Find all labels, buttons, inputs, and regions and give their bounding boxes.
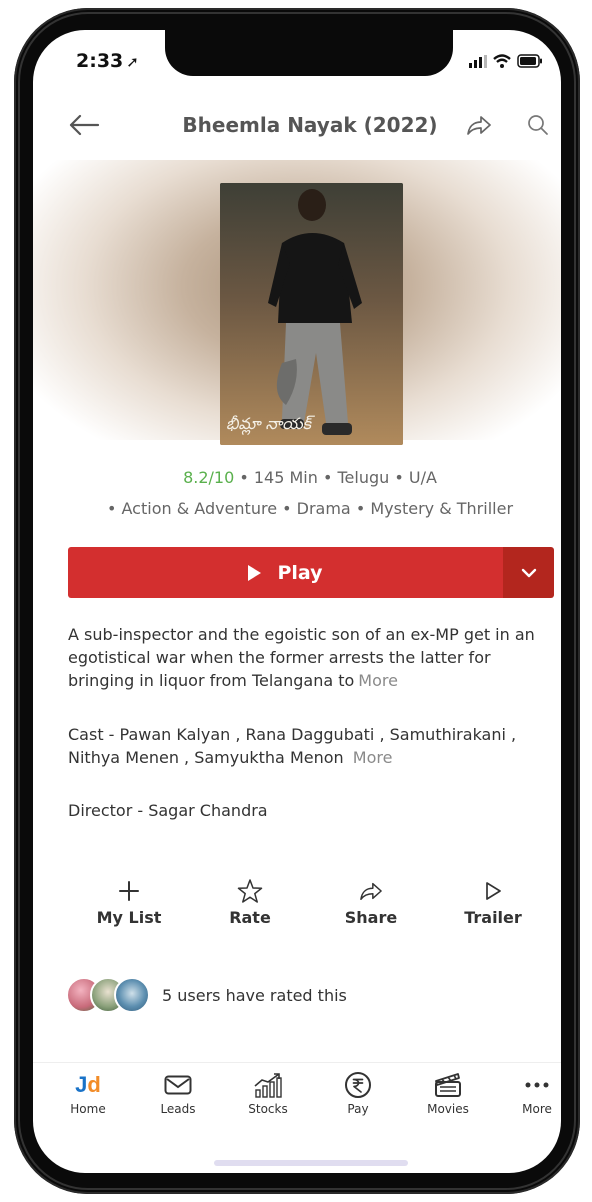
genre: Drama	[296, 499, 351, 518]
poster-figure: భీమ్లా నాయక్	[220, 183, 403, 445]
share-button[interactable]: Share	[321, 876, 421, 927]
rupee-icon	[345, 1072, 371, 1098]
more-dots-icon	[525, 1082, 549, 1088]
plus-icon	[119, 881, 139, 901]
raters-row[interactable]: 5 users have rated this	[66, 977, 347, 1013]
share-label: Share	[344, 908, 398, 927]
cast-list: Cast - Pawan Kalyan , Rana Daggubati , S…	[68, 725, 517, 767]
nav-more[interactable]: More	[502, 1070, 572, 1116]
play-button[interactable]: Play	[68, 547, 503, 598]
wifi-icon	[493, 54, 511, 68]
duration: 145 Min	[253, 468, 318, 487]
cast-more-link[interactable]: More	[353, 748, 393, 767]
movie-description: A sub-inspector and the egoistic son of …	[68, 625, 535, 690]
my-list-label: My List	[96, 908, 162, 927]
nav-movies[interactable]: Movies	[413, 1070, 483, 1116]
director: Director - Sagar Chandra	[68, 801, 268, 820]
poster-title-text: భీమ్లా నాయక్	[226, 414, 316, 435]
home-indicator[interactable]	[214, 1160, 408, 1166]
location-arrow-icon: ➚	[126, 53, 139, 71]
status-time: 2:33 ➚	[76, 50, 139, 72]
play-icon	[248, 564, 262, 581]
ratings-count: 5 users have rated this	[162, 985, 347, 1005]
trailer-label: Trailer	[464, 908, 522, 927]
star-icon	[237, 879, 263, 903]
language: Telugu	[337, 468, 390, 487]
certificate: U/A	[408, 468, 437, 487]
nav-stocks[interactable]: Stocks	[233, 1070, 303, 1116]
jd-logo-icon: Jd	[75, 1072, 101, 1097]
trailer-button[interactable]: Trailer	[443, 876, 543, 927]
share-icon[interactable]	[466, 112, 492, 138]
description-more-link[interactable]: More	[358, 671, 398, 690]
rate-label: Rate	[229, 908, 271, 927]
movie-poster: భీమ్లా నాయక్	[220, 183, 403, 445]
nav-leads[interactable]: Leads	[143, 1070, 213, 1116]
battery-icon	[517, 54, 542, 68]
movie-meta-primary: 8.2/10 • 145 Min • Telugu • U/A	[183, 468, 437, 487]
notch	[165, 30, 453, 76]
nav-home[interactable]: Jd Home	[53, 1070, 123, 1116]
genre-list: • Action & Adventure • Drama • Mystery &…	[106, 499, 514, 518]
play-options-dropdown[interactable]	[503, 547, 554, 598]
signal-icon	[469, 54, 487, 68]
rate-button[interactable]: Rate	[200, 876, 300, 927]
status-icons	[469, 54, 543, 68]
clapperboard-icon	[435, 1073, 461, 1097]
search-icon[interactable]	[527, 114, 549, 136]
play-outline-icon	[486, 882, 501, 900]
genre: Mystery & Thriller	[370, 499, 514, 518]
chevron-down-icon	[521, 568, 536, 577]
genre: Action & Adventure	[121, 499, 278, 518]
nav-pay[interactable]: Pay	[323, 1070, 393, 1116]
rating-value: 8.2/10	[183, 468, 235, 487]
share-icon	[360, 882, 382, 900]
page-title: Bheemla Nayak (2022)	[182, 113, 438, 137]
play-label: Play	[277, 561, 323, 584]
avatar	[114, 977, 150, 1013]
my-list-button[interactable]: My List	[79, 876, 179, 927]
stocks-chart-icon	[254, 1073, 282, 1098]
mail-icon	[164, 1075, 192, 1095]
